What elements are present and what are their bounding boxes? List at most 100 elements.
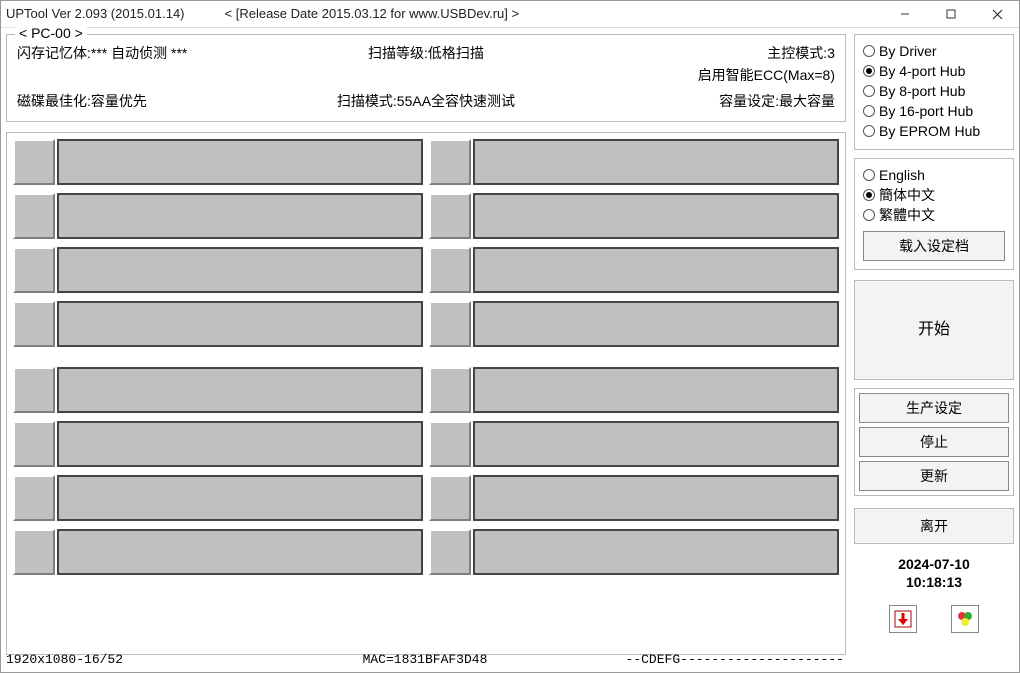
slot-bar xyxy=(473,421,839,467)
slot-bar xyxy=(473,475,839,521)
slots-top-half xyxy=(13,139,839,347)
radio-icon xyxy=(863,65,875,77)
disk-optimize-label: 磁碟最佳化:容量优先 xyxy=(17,91,287,111)
slot-bar xyxy=(473,139,839,185)
slot-row xyxy=(429,367,839,413)
language-option-label: English xyxy=(879,167,925,183)
slot-bar xyxy=(473,247,839,293)
status-mac: MAC=1831BFAF3D48 xyxy=(283,652,568,667)
slot-index xyxy=(429,475,471,521)
slot-row xyxy=(429,193,839,239)
app-title: UPTool Ver 2.093 (2015.01.14) xyxy=(6,6,185,21)
production-settings-button[interactable]: 生产设定 xyxy=(859,393,1009,423)
slot-index xyxy=(13,193,55,239)
start-button[interactable]: 开始 xyxy=(854,280,1014,380)
hub-option-label: By EPROM Hub xyxy=(879,123,980,139)
radio-icon xyxy=(863,125,875,137)
slot-bar xyxy=(473,301,839,347)
slot-row xyxy=(13,475,423,521)
download-icon[interactable] xyxy=(889,605,917,633)
slot-index xyxy=(429,421,471,467)
language-option[interactable]: 繁體中文 xyxy=(863,205,1005,225)
slot-index xyxy=(429,247,471,293)
hub-option[interactable]: By EPROM Hub xyxy=(863,121,1005,141)
slot-index xyxy=(429,301,471,347)
slot-index xyxy=(429,193,471,239)
radio-icon xyxy=(863,85,875,97)
slot-bar xyxy=(57,529,423,575)
language-option-label: 繁體中文 xyxy=(879,205,935,225)
exit-button[interactable]: 离开 xyxy=(854,508,1014,544)
minimize-button[interactable] xyxy=(882,0,928,28)
hub-option-label: By Driver xyxy=(879,43,937,59)
pc-info-group: < PC-00 > 闪存记忆体:*** 自动侦测 *** 扫描等级:低格扫描 主… xyxy=(6,34,846,122)
slot-row xyxy=(13,139,423,185)
slot-bar xyxy=(473,367,839,413)
hub-option[interactable]: By Driver xyxy=(863,41,1005,61)
slot-row xyxy=(429,301,839,347)
slot-row xyxy=(429,475,839,521)
slot-row xyxy=(13,367,423,413)
slot-index xyxy=(13,475,55,521)
datetime-display: 2024-07-10 10:18:13 xyxy=(854,556,1014,591)
language-option[interactable]: English xyxy=(863,165,1005,185)
ecc-label: 启用智能ECC(Max=8) xyxy=(565,65,835,85)
slot-bar xyxy=(57,139,423,185)
slot-row xyxy=(13,529,423,575)
radio-icon xyxy=(863,209,875,221)
slot-bar xyxy=(57,421,423,467)
hub-option-label: By 4-port Hub xyxy=(879,63,965,79)
radio-icon xyxy=(863,189,875,201)
language-option[interactable]: 簡体中文 xyxy=(863,185,1005,205)
slot-index xyxy=(13,139,55,185)
slot-index xyxy=(13,247,55,293)
radio-icon xyxy=(863,105,875,117)
slot-index xyxy=(13,529,55,575)
close-button[interactable] xyxy=(974,0,1020,28)
slot-row xyxy=(429,529,839,575)
hub-option[interactable]: By 4-port Hub xyxy=(863,61,1005,81)
slot-index xyxy=(429,139,471,185)
date-text: 2024-07-10 xyxy=(854,556,1014,574)
hub-option-label: By 16-port Hub xyxy=(879,103,973,119)
load-config-button[interactable]: 载入设定档 xyxy=(863,231,1005,261)
slots-container xyxy=(6,132,846,655)
slot-row xyxy=(13,247,423,293)
slot-bar xyxy=(57,367,423,413)
slot-index xyxy=(13,301,55,347)
slot-bar xyxy=(57,193,423,239)
slot-row xyxy=(13,301,423,347)
slot-bar xyxy=(473,529,839,575)
scan-mode-label: 扫描模式:55AA全容快速测试 xyxy=(287,91,565,111)
radio-icon xyxy=(863,169,875,181)
capacity-label: 容量设定:最大容量 xyxy=(565,91,835,111)
maximize-button[interactable] xyxy=(928,0,974,28)
time-text: 10:18:13 xyxy=(854,574,1014,592)
language-option-label: 簡体中文 xyxy=(879,185,935,205)
slot-row xyxy=(13,421,423,467)
slot-bar xyxy=(473,193,839,239)
status-resolution: 1920x1080-16/52 xyxy=(6,652,283,667)
hub-option[interactable]: By 8-port Hub xyxy=(863,81,1005,101)
slot-bar xyxy=(57,301,423,347)
slot-index xyxy=(13,367,55,413)
status-drives: --CDEFG--------------------- xyxy=(567,652,844,667)
slot-bar xyxy=(57,475,423,521)
slot-index xyxy=(429,367,471,413)
slot-row xyxy=(429,139,839,185)
statusbar: 1920x1080-16/52 MAC=1831BFAF3D48 --CDEFG… xyxy=(6,649,844,669)
stop-button[interactable]: 停止 xyxy=(859,427,1009,457)
update-button[interactable]: 更新 xyxy=(859,461,1009,491)
pc-group-legend: < PC-00 > xyxy=(15,25,87,41)
slot-index xyxy=(429,529,471,575)
radio-icon xyxy=(863,45,875,57)
titlebar: UPTool Ver 2.093 (2015.01.14) < [Release… xyxy=(0,0,1020,28)
scan-level-label: 扫描等级:低格扫描 xyxy=(287,43,565,63)
slots-bottom-half xyxy=(13,367,839,575)
color-dots-icon[interactable] xyxy=(951,605,979,633)
language-group: English 簡体中文繁體中文 载入设定档 xyxy=(854,158,1014,270)
hub-option[interactable]: By 16-port Hub xyxy=(863,101,1005,121)
hub-option-label: By 8-port Hub xyxy=(879,83,965,99)
hub-mode-group: By Driver By 4-port Hub By 8-port Hub By 16… xyxy=(854,34,1014,150)
slot-row xyxy=(13,193,423,239)
